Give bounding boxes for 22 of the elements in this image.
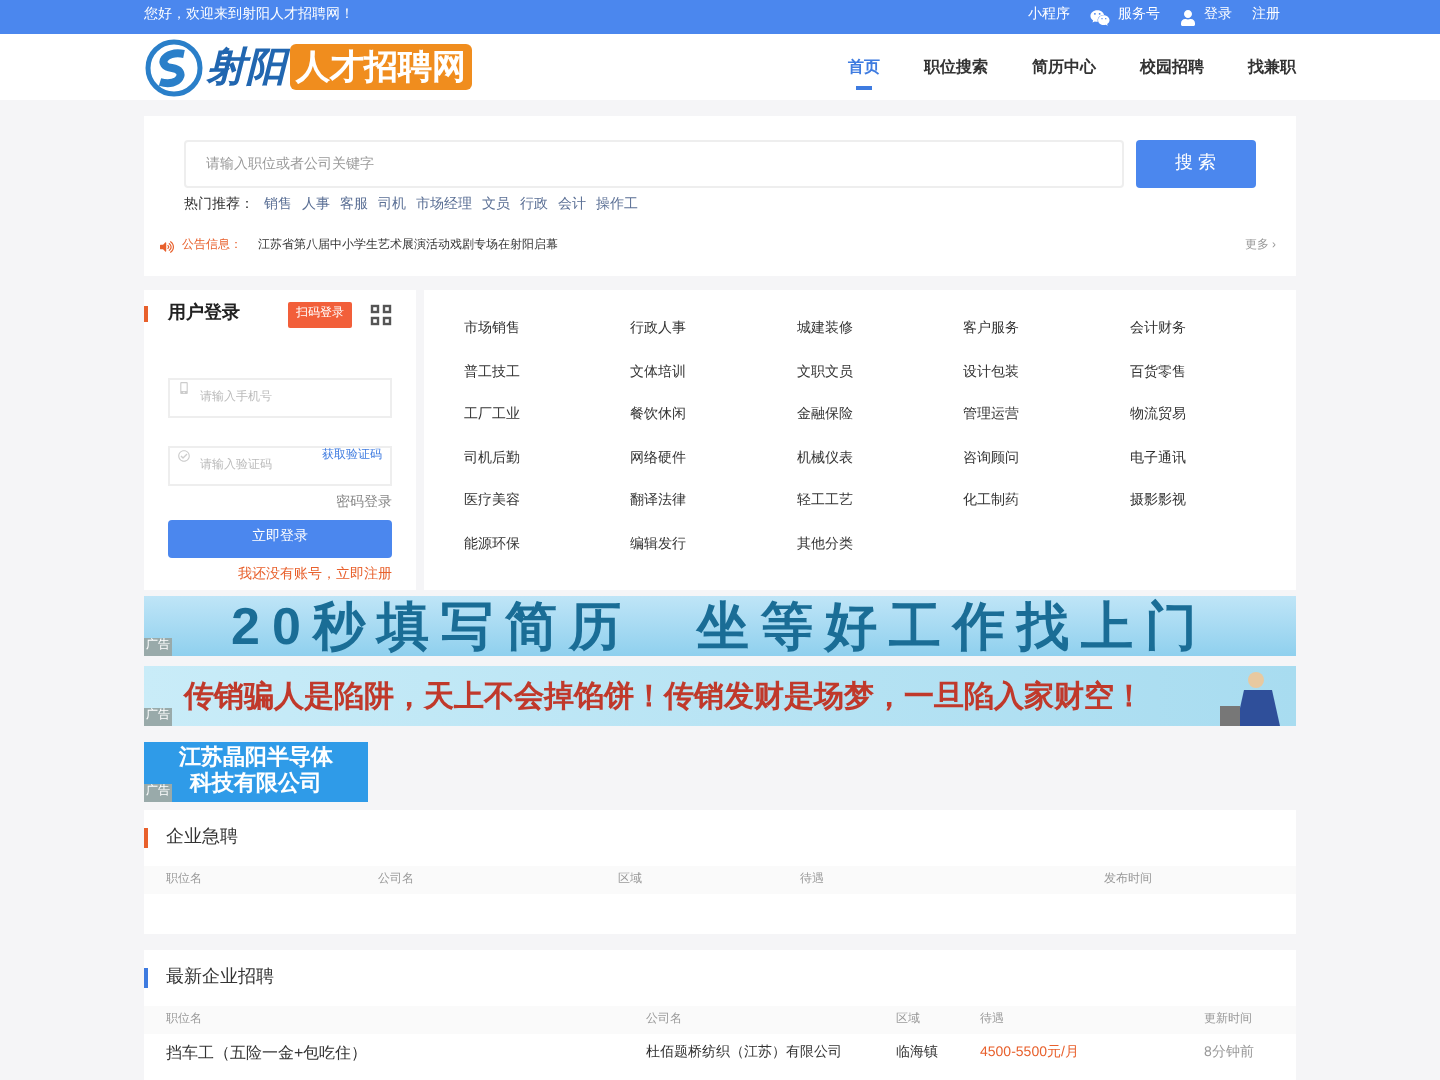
wechat-icon — [1090, 7, 1110, 27]
banner-text: 20秒填写简历 坐等好工作找上门 — [231, 600, 1209, 652]
nav-tab[interactable]: 简历中心 — [1032, 34, 1096, 100]
logo-tag: 人才招聘网 — [290, 44, 472, 90]
nav-tab[interactable]: 首页 — [848, 34, 880, 100]
login-title: 用户登录 — [168, 300, 240, 327]
banner-text: 传销骗人是陷阱，天上不会掉馅饼！传销发财是场梦，一旦陷入家财空！ — [184, 681, 1146, 711]
qr-code-icon — [370, 303, 392, 325]
search-button[interactable]: 搜 索 — [1136, 140, 1256, 188]
section-title: 企业急聘 — [166, 824, 238, 851]
nav-tab[interactable]: 找兼职 — [1248, 34, 1296, 100]
section-title: 最新企业招聘 — [166, 964, 274, 991]
user-icon — [1180, 9, 1196, 25]
check-icon — [178, 450, 190, 462]
logo-icon — [144, 37, 204, 97]
logo-text: 射阳 — [206, 47, 286, 87]
speaker-icon — [160, 239, 174, 253]
nav-tab[interactable]: 职位搜索 — [924, 34, 988, 100]
nav-tab[interactable]: 校园招聘 — [1140, 34, 1204, 100]
banner-text: 江苏晶阳半导体科技有限公司 — [177, 746, 335, 798]
job-title-link[interactable]: 挡车工（五险一金+包吃住） — [166, 1042, 646, 1066]
phone-icon — [178, 382, 190, 394]
